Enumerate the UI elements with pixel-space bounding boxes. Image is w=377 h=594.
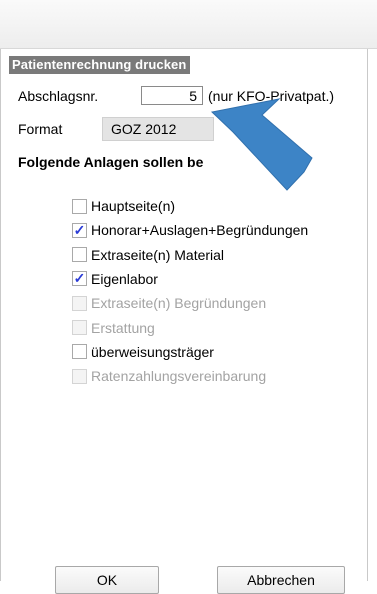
abschlag-number-input[interactable] (141, 86, 203, 105)
checkbox-label: Ratenzahlungsvereinbarung (91, 368, 267, 385)
anlage-checkbox-row[interactable]: Extraseite(n) Material (72, 246, 224, 264)
anlage-checkbox-row: Extraseite(n) Begründungen (72, 294, 266, 312)
checkbox-label: Extraseite(n) Begründungen (91, 295, 267, 312)
group-label: Patientenrechnung drucken (9, 56, 191, 74)
anlage-checkbox-row: Ratenzahlungsvereinbarung (72, 367, 266, 385)
anlage-checkbox-row[interactable]: überweisungsträger (72, 343, 214, 361)
cancel-button[interactable]: Abbrechen (217, 566, 345, 594)
anlage-checkbox-row[interactable]: Hauptseite(n) (72, 197, 175, 215)
checkbox-label: Honorar+Auslagen+Begründungen (91, 222, 309, 239)
checkbox-label: Hauptseite(n) (91, 198, 176, 214)
checkbox[interactable]: ✓ (72, 221, 87, 238)
abschlag-hint: (nur KFO-Privatpat.) (208, 88, 335, 104)
anlage-checkbox-row: Erstattung (72, 319, 155, 337)
checkbox[interactable] (72, 344, 87, 360)
checkbox-label: überweisungsträger (91, 343, 214, 360)
abschlag-label: Abschlagsnr. (18, 88, 99, 104)
checkbox (72, 295, 87, 311)
checkbox-label: Eigenlabor (91, 270, 158, 287)
ok-button[interactable]: OK (55, 566, 159, 594)
check-icon: ✓ (73, 270, 86, 287)
checkbox[interactable] (72, 247, 87, 263)
checkbox-label: Extraseite(n) Material (91, 246, 225, 263)
checkbox (72, 320, 87, 335)
check-icon: ✓ (73, 221, 86, 238)
format-label: Format (18, 121, 63, 137)
anlage-checkbox-row[interactable]: ✓ Eigenlabor (72, 270, 158, 288)
checkbox[interactable]: ✓ (72, 270, 87, 287)
checkbox[interactable] (72, 198, 87, 214)
checkbox (72, 368, 87, 384)
format-select[interactable]: GOZ 2012 (102, 117, 214, 141)
format-select-value: GOZ 2012 (111, 121, 177, 137)
anlagen-section-title: Folgende Anlagen sollen be (18, 154, 204, 170)
anlage-checkbox-row[interactable]: ✓ Honorar+Auslagen+Begründungen (72, 221, 308, 239)
window-titlebar (0, 0, 377, 49)
print-invoice-dialog: Patientenrechnung drucken Abschlagsnr. (… (0, 49, 368, 594)
checkbox-label: Erstattung (91, 319, 155, 336)
